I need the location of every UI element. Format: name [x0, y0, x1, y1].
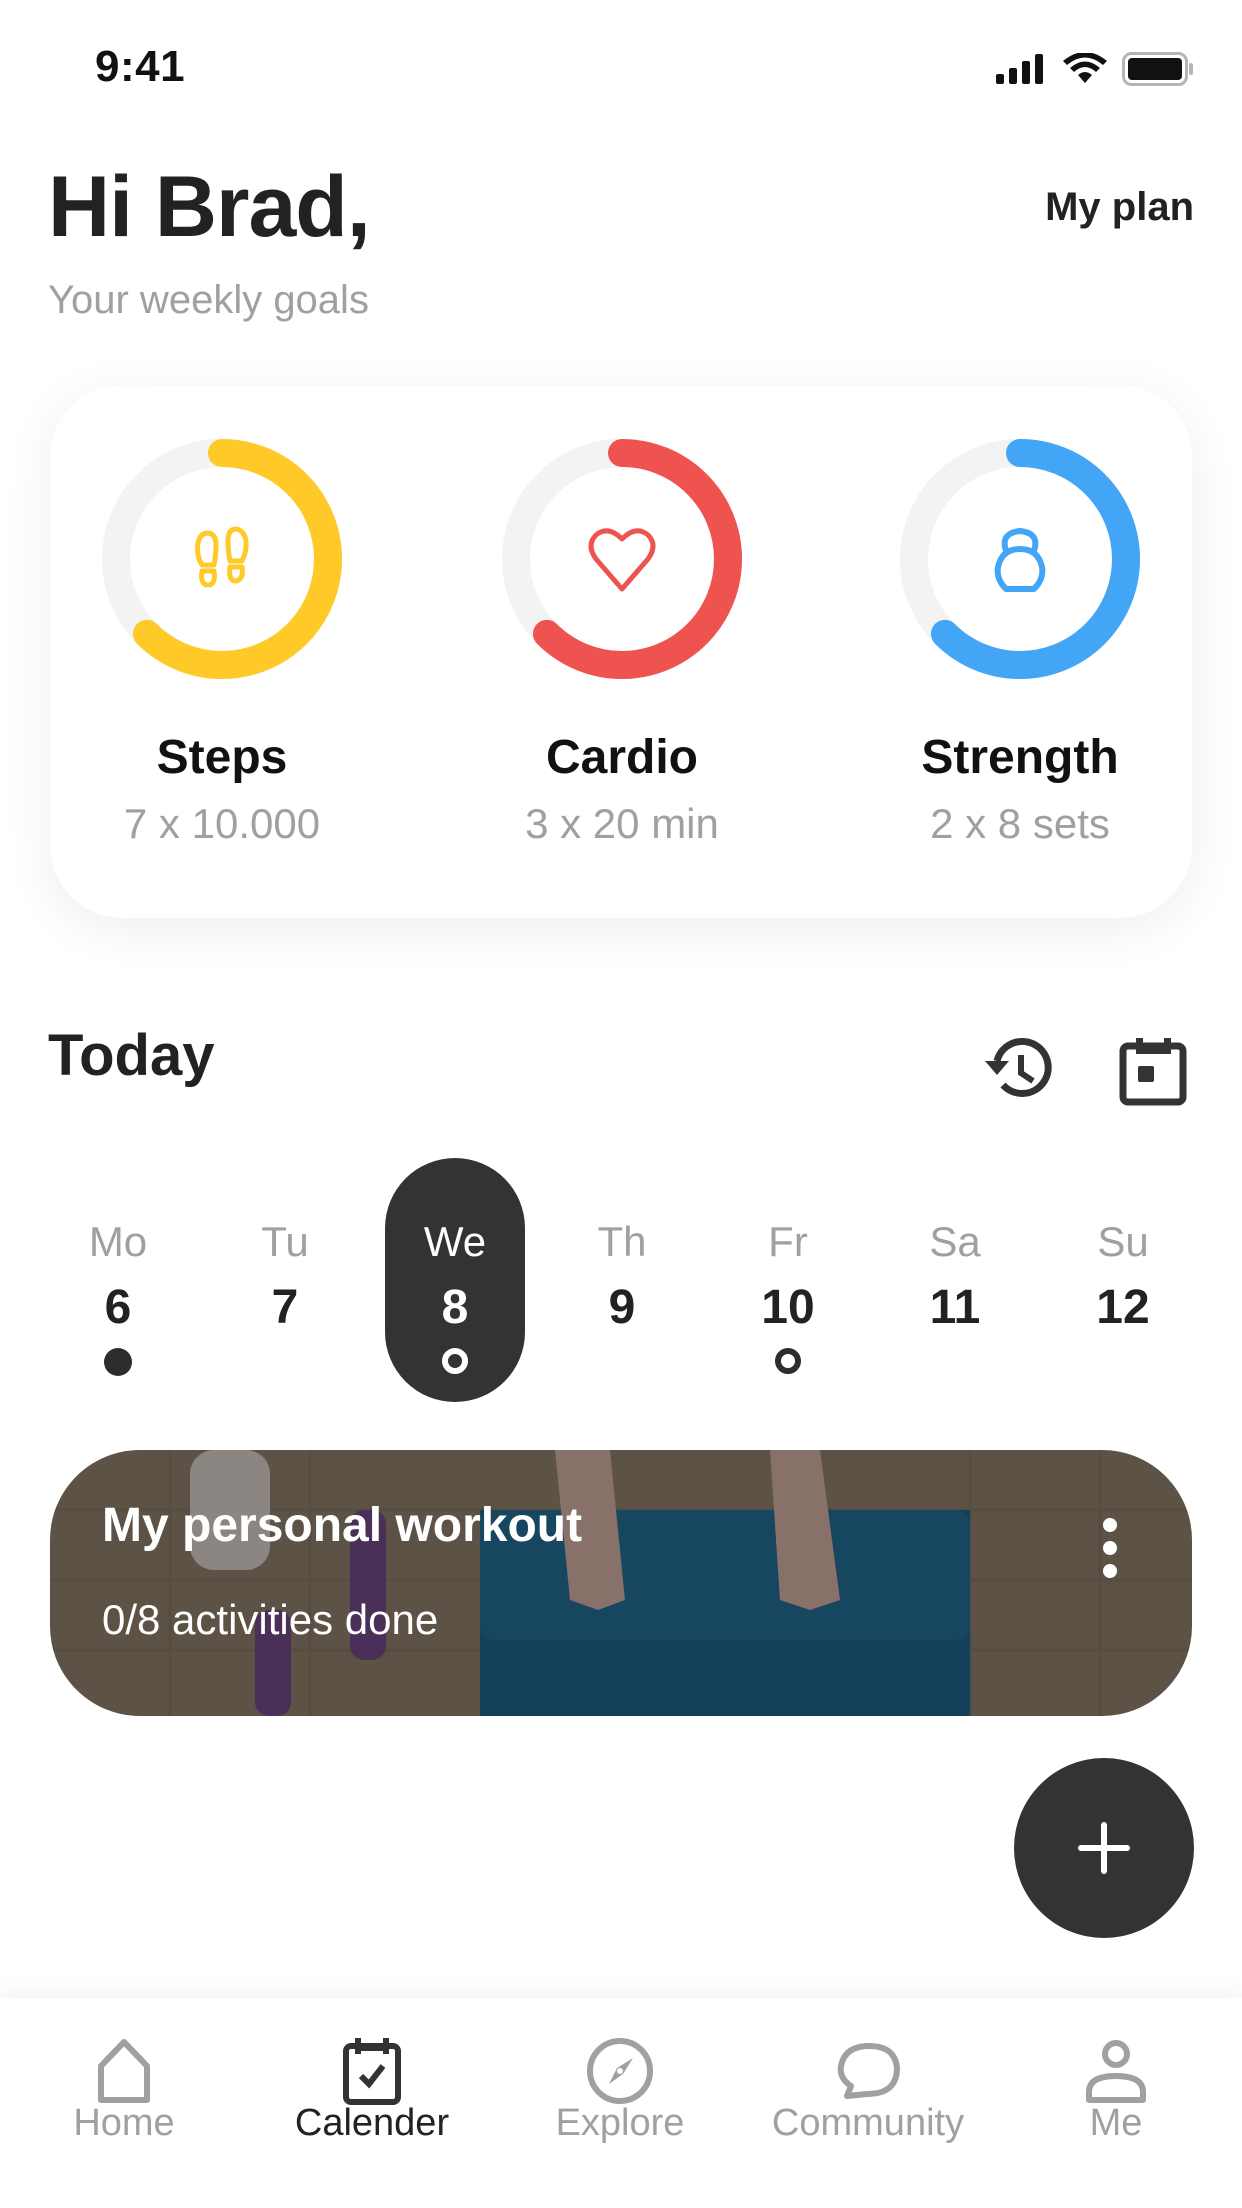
calendar-icon [1119, 1038, 1187, 1106]
tab-calender[interactable]: Calender [257, 1998, 487, 2158]
wifi-icon [1063, 53, 1107, 83]
history-button[interactable] [976, 1028, 1062, 1114]
activity-marker [442, 1348, 468, 1374]
tab-me[interactable]: Me [1001, 1998, 1231, 2158]
bottom-tab-bar: Home Calender Explore Community Me [0, 1998, 1242, 2208]
day-date: 10 [761, 1281, 815, 1334]
day-name: We [423, 1218, 487, 1265]
day-name: Th [597, 1218, 647, 1265]
weekly-goals-card: Steps 7 x 10.000 Cardio 3 x 20 min Stren… [50, 385, 1192, 918]
status-time: 9:41 [95, 42, 186, 91]
tab-label: Community [771, 2102, 965, 2144]
workout-background-image [50, 1450, 1192, 1716]
history-icon [985, 1037, 1052, 1097]
day-date: 8 [441, 1281, 469, 1334]
day-item[interactable]: Fr 10 [718, 1158, 858, 1402]
today-title: Today [48, 1023, 215, 1088]
greeting-title: Hi Brad, [48, 159, 371, 255]
day-date: 7 [271, 1281, 299, 1334]
kettlebell-icon [994, 528, 1046, 592]
tab-label: Me [1089, 2102, 1143, 2144]
more-options-icon[interactable] [1098, 1518, 1122, 1578]
footprints-icon [195, 526, 249, 588]
day-name: Tu [261, 1218, 309, 1265]
workout-title: My personal workout [102, 1499, 583, 1552]
goal-target: 2 x 8 sets [930, 800, 1110, 847]
goal-target: 3 x 20 min [525, 800, 719, 847]
day-date: 11 [929, 1281, 981, 1334]
tab-community[interactable]: Community [753, 1998, 983, 2158]
weekly-goals-subtitle: Your weekly goals [48, 278, 369, 322]
activity-marker [775, 1348, 801, 1374]
tab-label: Home [73, 2102, 175, 2144]
cellular-signal-icon [996, 54, 1043, 84]
week-day-selector: Mo 6 Tu 7 We 8 Th 9 Fr 10 Sa 11 Su 12 [48, 1158, 1194, 1404]
status-icons [996, 52, 1194, 86]
day-date: 6 [104, 1281, 132, 1334]
goal-steps[interactable]: Steps 7 x 10.000 [42, 385, 402, 918]
day-name: Su [1097, 1218, 1149, 1265]
calendar-button[interactable] [1110, 1028, 1196, 1114]
my-plan-link[interactable]: My plan [1045, 185, 1194, 230]
compass-icon [587, 2038, 653, 2104]
user-icon [1086, 2040, 1146, 2103]
goal-cardio[interactable]: Cardio 3 x 20 min [442, 385, 802, 918]
day-item[interactable]: Su 12 [1053, 1158, 1193, 1402]
tab-home[interactable]: Home [9, 1998, 239, 2158]
day-name: Mo [88, 1218, 148, 1265]
chat-bubble-icon [837, 2043, 900, 2099]
goal-name: Cardio [545, 731, 698, 784]
heart-icon [588, 528, 656, 592]
goal-strength[interactable]: Strength 2 x 8 sets [840, 385, 1200, 918]
day-date: 9 [608, 1281, 636, 1334]
battery-icon [1122, 52, 1193, 86]
workout-progress-text: 0/8 activities done [102, 1596, 439, 1643]
goal-target: 7 x 10.000 [123, 800, 321, 847]
goal-name: Strength [921, 731, 1119, 784]
home-icon [98, 2039, 150, 2103]
day-name: Sa [929, 1218, 981, 1265]
tab-label: Calender [294, 2102, 450, 2144]
day-item[interactable]: Mo 6 [48, 1158, 188, 1402]
day-date: 12 [1096, 1281, 1150, 1334]
workout-card[interactable]: My personal workout 0/8 activities done [50, 1450, 1192, 1716]
tab-label: Explore [555, 2102, 685, 2144]
tab-explore[interactable]: Explore [505, 1998, 735, 2158]
day-item[interactable]: Sa 11 [885, 1158, 1025, 1402]
day-item[interactable]: Tu 7 [215, 1158, 355, 1402]
add-button[interactable] [1014, 1758, 1194, 1938]
plus-icon [1078, 1822, 1130, 1874]
day-name: Fr [768, 1218, 808, 1265]
goal-name: Steps [156, 731, 288, 784]
status-bar: 9:41 [0, 0, 1242, 130]
calendar-check-icon [343, 2038, 401, 2105]
day-item[interactable]: We 8 [385, 1158, 525, 1402]
day-item[interactable]: Th 9 [552, 1158, 692, 1402]
activity-marker [104, 1348, 132, 1376]
